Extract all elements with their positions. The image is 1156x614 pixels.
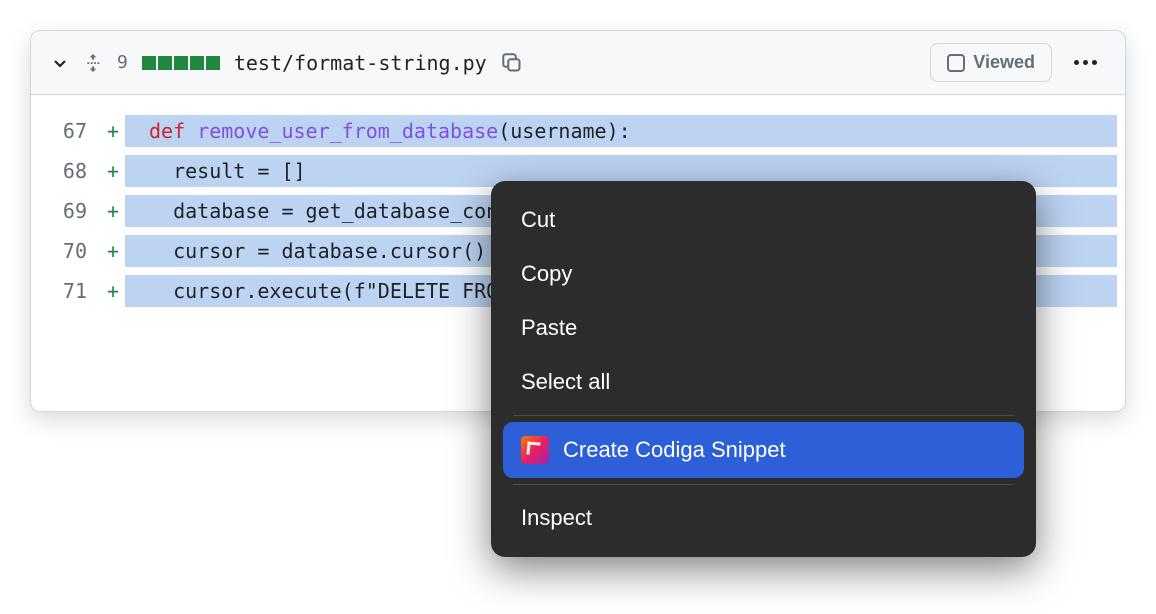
viewed-checkbox[interactable] [947,54,965,72]
diff-marker: + [101,155,125,187]
more-options-button[interactable] [1066,60,1105,65]
line-number: 67 [31,115,101,147]
diff-stat-bars [142,56,220,70]
diff-marker: + [101,235,125,267]
expand-vertical-icon [84,54,102,72]
line-number: 68 [31,155,101,187]
codiga-icon [521,436,549,464]
diff-marker: + [101,275,125,307]
chevron-down-icon [52,55,68,71]
viewed-label: Viewed [973,52,1035,73]
menu-copy[interactable]: Copy [503,247,1024,301]
expand-file-button[interactable] [83,53,103,73]
line-number: 69 [31,195,101,227]
file-path[interactable]: test/format-string.py [234,51,487,75]
copy-icon [502,53,522,73]
code-line[interactable]: 67+def remove_user_from_database(usernam… [31,111,1125,151]
menu-create-codiga-snippet[interactable]: Create Codiga Snippet [503,422,1024,478]
collapse-toggle[interactable] [51,54,69,72]
file-header: 9 test/format-string.py Viewed [31,31,1125,95]
menu-paste[interactable]: Paste [503,301,1024,355]
diff-marker: + [101,195,125,227]
line-number: 70 [31,235,101,267]
diff-line-count: 9 [117,52,128,73]
context-menu: Cut Copy Paste Select all Create Codiga … [491,181,1036,557]
menu-divider [513,484,1014,485]
menu-cut[interactable]: Cut [503,193,1024,247]
copy-path-button[interactable] [501,52,523,74]
viewed-toggle[interactable]: Viewed [930,43,1052,82]
menu-divider [513,415,1014,416]
line-content[interactable]: def remove_user_from_database(username): [125,115,1117,147]
menu-inspect[interactable]: Inspect [503,491,1024,545]
menu-select-all[interactable]: Select all [503,355,1024,409]
line-number: 71 [31,275,101,307]
diff-marker: + [101,115,125,147]
file-diff-panel: 9 test/format-string.py Viewed 67+def re… [30,30,1126,412]
